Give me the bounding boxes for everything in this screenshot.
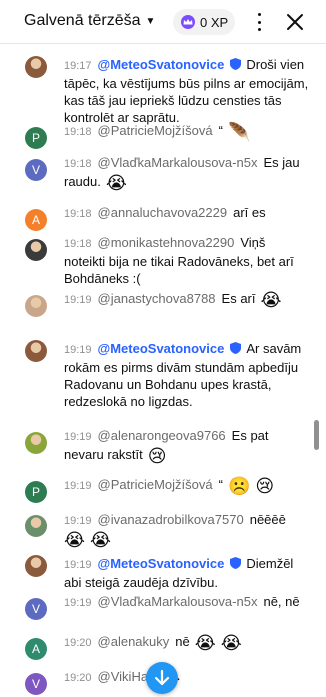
author-name[interactable]: @MeteoSvatonovice — [98, 341, 225, 356]
author-name[interactable]: @alenarongeova9766 — [98, 428, 226, 443]
author-name[interactable]: @PatricieMojžíšová — [98, 123, 213, 138]
chat-title: Galvenā tērzēša — [24, 12, 141, 29]
timestamp: 19:19 — [64, 431, 92, 443]
message-text: nē — [175, 634, 190, 649]
chat-message-list[interactable]: 19:17 @MeteoSvatonovice Droši vien tāpēc, … — [0, 44, 326, 697]
author-name[interactable]: @annaluchavova2229 — [98, 205, 228, 220]
emoji: 😭 😭 — [189, 633, 242, 653]
avatar[interactable]: V — [25, 598, 47, 620]
message-text: Es arī — [221, 291, 256, 306]
emoji: 😢 — [142, 446, 167, 466]
scrollbar-thumb[interactable] — [314, 420, 319, 450]
message-body: 19:19 @PatricieMojžíšová “ ☹️ 😢 — [64, 476, 310, 495]
emoji: 🪶 — [222, 122, 251, 142]
avatar[interactable]: V — [25, 159, 47, 181]
timestamp: 19:18 — [64, 238, 92, 250]
arrow-down-icon — [154, 669, 170, 686]
timestamp: 19:19 — [64, 515, 92, 527]
timestamp: 19:20 — [64, 637, 92, 649]
message-body: 19:20@VikiHa 😭 — [64, 668, 310, 687]
avatar[interactable] — [25, 432, 47, 454]
message-body: 19:19 @janastychova8788 Es arī 😭 — [64, 290, 310, 309]
chat-mode-selector[interactable]: Galvenā tērzēša ▼ — [24, 12, 155, 30]
avatar[interactable]: A — [25, 638, 47, 660]
author-name[interactable]: @monikastehnova2290 — [98, 235, 235, 250]
message-body: 19:19 @ivanazadrobilkova7570 nēēēē 😭 😭 — [64, 510, 310, 549]
author-name[interactable]: @MeteoSvatonovice — [98, 57, 225, 72]
author-name[interactable]: @alenakuky — [98, 634, 170, 649]
timestamp: 19:18 — [64, 126, 92, 138]
xp-label: 0 XP — [200, 14, 229, 30]
author-name[interactable]: @PatricieMojžíšová — [98, 477, 213, 492]
author-name[interactable]: @MeteoSvatonovice — [98, 556, 225, 571]
message-body: 19:18 @annaluchavova2229 arī es — [64, 204, 310, 223]
avatar[interactable]: P — [25, 127, 47, 149]
author-name[interactable]: @VlaďkaMarkalousova-n5x — [98, 155, 258, 170]
timestamp: 19:19 — [64, 480, 92, 492]
close-icon[interactable] — [284, 11, 306, 33]
emoji: 😭 — [255, 290, 282, 310]
xp-badge[interactable]: 0 XP — [173, 9, 235, 35]
crown-icon — [181, 15, 195, 29]
timestamp: 19:18 — [64, 208, 92, 220]
chat-header: Galvenā tērzēša ▼ 0 XP — [0, 0, 326, 44]
avatar[interactable] — [25, 56, 47, 78]
message-text: nēēēē — [249, 512, 286, 527]
avatar[interactable]: A — [25, 209, 47, 231]
more-vert-icon[interactable] — [256, 11, 262, 33]
message-body: 19:18 @monikastehnova2290 Viņš noteikti bi… — [64, 234, 310, 287]
author-name[interactable]: @janastychova8788 — [98, 291, 216, 306]
message-text: nē, nē — [263, 594, 300, 609]
timestamp: 19:19 — [64, 344, 92, 356]
emoji: 😭 😭 — [64, 530, 112, 550]
avatar[interactable] — [25, 555, 47, 577]
moderator-shield-icon — [230, 342, 242, 354]
timestamp: 19:20 — [64, 672, 92, 684]
message-body: 19:17 @MeteoSvatonovice Droši vien tāpēc, … — [64, 56, 310, 126]
avatar[interactable]: V — [25, 673, 47, 695]
timestamp: 19:17 — [64, 60, 92, 72]
author-name[interactable]: @ivanazadrobilkova7570 — [98, 512, 244, 527]
moderator-shield-icon — [230, 557, 242, 569]
avatar[interactable]: P — [25, 481, 47, 503]
timestamp: 19:19 — [64, 294, 92, 306]
moderator-shield-icon — [230, 58, 242, 70]
message-body: 19:20 @alenakuky nē 😭 😭 — [64, 633, 310, 652]
message-text: arī es — [233, 205, 266, 220]
dropdown-caret-icon: ▼ — [145, 15, 156, 27]
message-body: 19:19 @alenarongeova9766 Es pat nevaru rak… — [64, 427, 310, 465]
message-body: 19:18 @VlaďkaMarkalousova-n5x Es jau raudu… — [64, 154, 310, 192]
avatar[interactable] — [25, 295, 47, 317]
message-body: 19:18 @PatricieMojžíšová “ 🪶 — [64, 122, 310, 141]
avatar[interactable] — [25, 515, 47, 537]
message-body: 19:19 @MeteoSvatonovice Ar savām rokām es … — [64, 340, 310, 410]
scroll-to-bottom-button[interactable] — [146, 662, 178, 694]
author-name[interactable]: @VikiHa — [98, 669, 149, 684]
emoji: ☹️ 😢 — [222, 476, 275, 496]
avatar[interactable] — [25, 340, 47, 362]
avatar[interactable] — [25, 239, 47, 261]
author-name[interactable]: @VlaďkaMarkalousova-n5x — [98, 594, 258, 609]
timestamp: 19:19 — [64, 559, 92, 571]
timestamp: 19:19 — [64, 597, 92, 609]
emoji: 😭 — [100, 173, 127, 193]
timestamp: 19:18 — [64, 158, 92, 170]
message-body: 19:19 @MeteoSvatonovice Diemžēl abi steigā… — [64, 555, 310, 591]
message-body: 19:19 @VlaďkaMarkalousova-n5x nē, nē — [64, 593, 310, 612]
